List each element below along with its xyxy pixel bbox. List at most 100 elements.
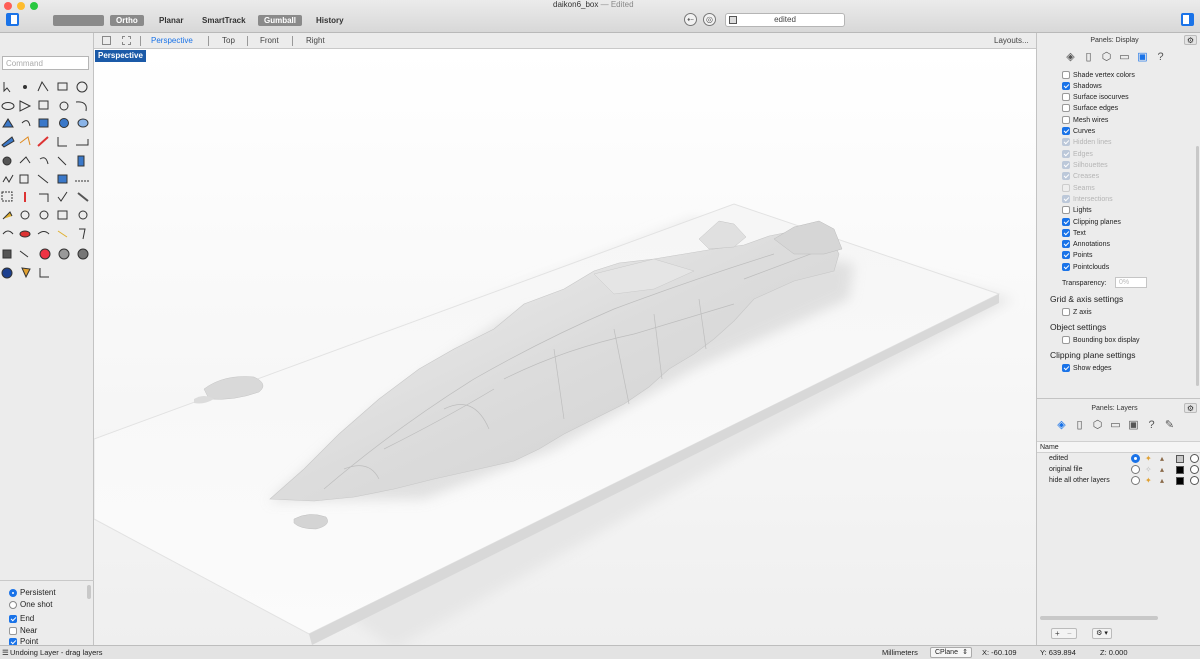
opt-annotations[interactable]: Annotations (1062, 239, 1110, 250)
display-panel-scrollbar[interactable] (1196, 146, 1199, 386)
target-icon[interactable]: ◎ (703, 13, 716, 26)
display-icon[interactable]: ▣ (1127, 419, 1140, 432)
tool-icons[interactable] (0, 79, 92, 289)
opt-shadows[interactable]: Shadows (1062, 81, 1102, 92)
minimize-window-button[interactable] (17, 2, 25, 10)
checkbox[interactable] (1062, 251, 1070, 260)
tab-right[interactable]: Right (306, 36, 325, 46)
checkbox[interactable] (1062, 364, 1070, 373)
opt-clipping-planes[interactable]: Clipping planes (1062, 217, 1121, 228)
command-input[interactable] (2, 56, 89, 70)
cube-icon[interactable]: ⬡ (1091, 419, 1104, 432)
checkbox[interactable] (1062, 336, 1070, 345)
lock-icon[interactable]: ▴ (1160, 464, 1164, 475)
transparency-input[interactable]: 0% (1115, 277, 1147, 288)
checkbox[interactable] (1062, 218, 1070, 227)
page-icon[interactable]: ▭ (1109, 419, 1122, 432)
record-history-icon[interactable]: ⇠ (684, 13, 697, 26)
opt-show-edges[interactable]: Show edges (1062, 363, 1112, 374)
current-layer-radio[interactable] (1131, 476, 1140, 485)
lightbulb-icon[interactable]: ✦ (1145, 453, 1152, 464)
layer-name[interactable]: original file (1049, 464, 1082, 475)
persistent-radio-dot[interactable] (9, 588, 17, 597)
osnap-end-checkbox[interactable] (9, 614, 17, 623)
opt-z-axis[interactable]: Z axis (1062, 307, 1092, 318)
document-icon[interactable]: ▯ (1082, 51, 1095, 64)
opt-bounding-box-display[interactable]: Bounding box display (1062, 335, 1140, 346)
cube-icon[interactable]: ⬡ (1100, 51, 1113, 64)
layer-material-icon[interactable] (1190, 476, 1199, 485)
checkbox[interactable] (1062, 263, 1070, 272)
grid-layout-icon[interactable] (102, 36, 111, 45)
layouts-menu[interactable]: Layouts... (994, 36, 1029, 46)
osnap-scrollbar[interactable] (87, 585, 91, 599)
units-label[interactable]: Millimeters (882, 646, 918, 659)
cplane-dropdown[interactable]: CPlane ⇕ (930, 647, 972, 658)
opt-mesh-wires[interactable]: Mesh wires (1062, 115, 1108, 126)
remove-layer-button[interactable]: − (1067, 629, 1072, 638)
checkbox[interactable] (1062, 206, 1070, 215)
add-layer-button[interactable]: + (1055, 629, 1060, 638)
layer-row-edited[interactable]: edited ✦ ▴ (1037, 453, 1200, 464)
tools-icon[interactable]: ✎ (1163, 419, 1176, 432)
checkbox[interactable] (1062, 240, 1070, 249)
checkbox[interactable] (1062, 229, 1070, 238)
layer-row-original-file[interactable]: original file ✧ ▴ (1037, 464, 1200, 475)
checkbox[interactable] (1062, 308, 1070, 317)
checkbox[interactable] (1062, 93, 1070, 102)
single-view-icon[interactable] (122, 36, 131, 45)
close-window-button[interactable] (4, 2, 12, 10)
opt-shade-vertex-colors[interactable]: Shade vertex colors (1062, 70, 1135, 81)
layer-color-swatch[interactable] (1176, 477, 1184, 485)
page-icon[interactable]: ▭ (1118, 51, 1131, 64)
osnap-near-checkbox[interactable] (9, 626, 17, 635)
layer-name[interactable]: edited (1049, 453, 1068, 464)
layer-status-field[interactable]: edited (725, 13, 845, 27)
lock-icon[interactable]: ▴ (1160, 475, 1164, 486)
toggle-sidebar-icon[interactable] (6, 13, 19, 26)
opt-curves[interactable]: Curves (1062, 126, 1095, 137)
layer-options-gear-icon[interactable]: ⚙ ▾ (1092, 628, 1112, 639)
osnap-near[interactable]: Near (9, 625, 37, 636)
layers-icon[interactable]: ◈ (1064, 51, 1077, 64)
menu-icon[interactable]: ☰ (2, 646, 9, 659)
history-button[interactable]: History (310, 15, 350, 26)
document-icon[interactable]: ▯ (1073, 419, 1086, 432)
opt-lights[interactable]: Lights (1062, 205, 1092, 216)
toggle-panels-icon[interactable] (1181, 13, 1194, 26)
layer-color-swatch[interactable] (1176, 466, 1184, 474)
layer-color-swatch[interactable] (1176, 455, 1184, 463)
lightbulb-off-icon[interactable]: ✧ (1145, 464, 1152, 475)
model-render[interactable] (94, 49, 1036, 645)
tab-top[interactable]: Top (222, 36, 235, 46)
planar-button[interactable]: Planar (153, 15, 189, 26)
osnap-end[interactable]: End (9, 613, 34, 624)
layers-horizontal-scrollbar[interactable] (1040, 616, 1158, 620)
checkbox[interactable] (1062, 116, 1070, 125)
smarttrack-button[interactable]: SmartTrack (196, 15, 252, 26)
layer-material-icon[interactable] (1190, 454, 1199, 463)
tab-perspective[interactable]: Perspective (151, 36, 193, 46)
lock-icon[interactable]: ▴ (1160, 453, 1164, 464)
checkbox[interactable] (1062, 82, 1070, 91)
tab-front[interactable]: Front (260, 36, 279, 46)
layers-panel-gear-icon[interactable]: ⚙ (1184, 403, 1197, 413)
help-icon[interactable]: ? (1154, 51, 1167, 64)
panel-divider[interactable] (1037, 398, 1200, 399)
checkbox[interactable] (1062, 104, 1070, 113)
zoom-window-button[interactable] (30, 2, 38, 10)
current-layer-radio[interactable] (1131, 465, 1140, 474)
checkbox[interactable] (1062, 127, 1070, 136)
persistent-radio[interactable]: Persistent (9, 587, 56, 598)
one-shot-radio-dot[interactable] (9, 600, 17, 609)
layer-name[interactable]: hide all other layers (1049, 475, 1110, 486)
opt-surface-isocurves[interactable]: Surface isocurves (1062, 92, 1129, 103)
opt-text[interactable]: Text (1062, 228, 1086, 239)
display-icon[interactable]: ▣ (1136, 51, 1149, 64)
help-icon[interactable]: ? (1145, 419, 1158, 432)
display-panel-gear-icon[interactable]: ⚙ (1184, 35, 1197, 45)
viewport-label[interactable]: Perspective (95, 50, 146, 62)
gumball-button[interactable]: Gumball (258, 15, 303, 26)
one-shot-radio[interactable]: One shot (9, 599, 52, 610)
layers-icon[interactable]: ◈ (1055, 419, 1068, 432)
